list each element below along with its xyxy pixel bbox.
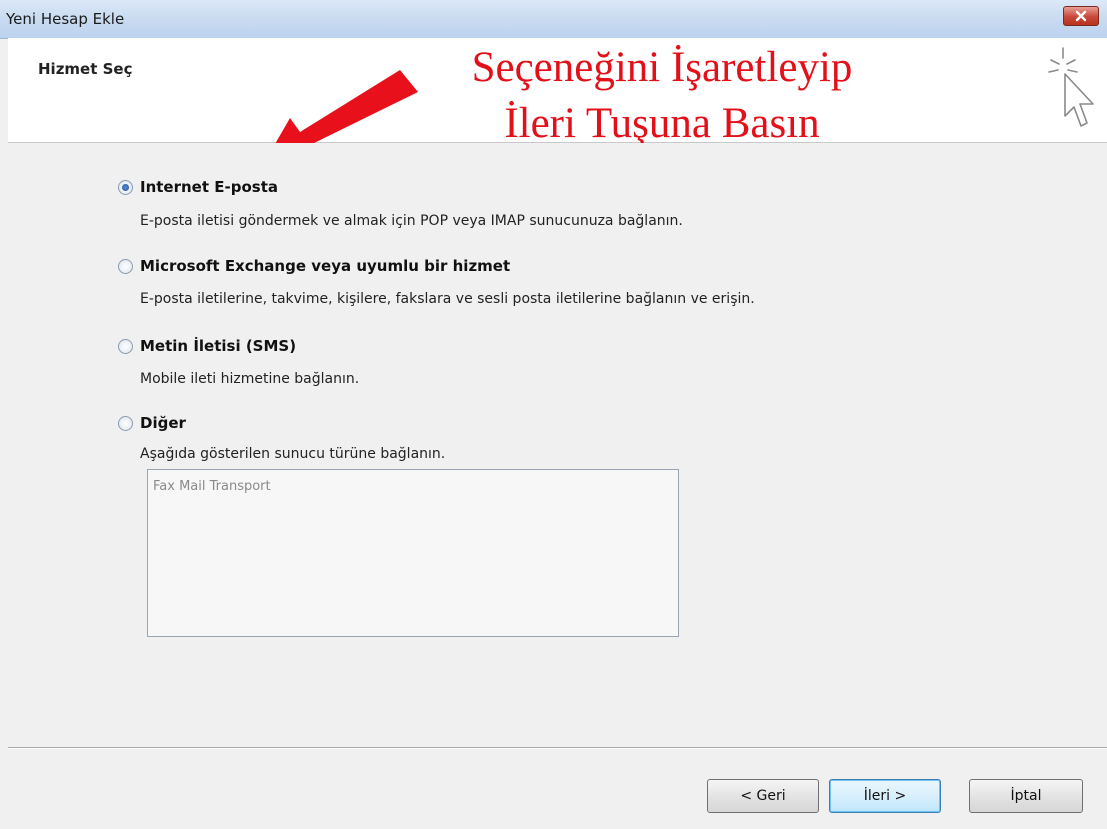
server-type-list[interactable]: Fax Mail Transport [147,469,679,637]
close-button[interactable] [1063,6,1099,26]
next-button[interactable]: İleri > [829,779,941,813]
radio-button[interactable] [118,258,133,274]
window-title: Yeni Hesap Ekle [6,10,125,28]
radio-dot [122,183,129,191]
option-label[interactable]: Diğer [140,414,186,432]
radio-metin-iletisi[interactable]: Metin İletisi (SMS) [118,337,296,355]
option-label[interactable]: Internet E-posta [140,178,278,196]
wizard-body [8,143,1107,747]
cursor-sparkle-icon [1048,47,1094,127]
page-title: Hizmet Seç [38,60,133,78]
cancel-button[interactable]: İptal [969,779,1083,813]
close-icon [1075,10,1087,22]
radio-internet-eposta[interactable]: Internet E-posta [118,178,278,196]
back-button[interactable]: < Geri [707,779,819,813]
instruction-annotation: Seçeneğini İşaretleyip İleri Tuşuna Bası… [392,40,932,152]
radio-microsoft-exchange[interactable]: Microsoft Exchange veya uyumlu bir hizme… [118,257,510,275]
footer-divider-highlight [8,748,1107,749]
radio-diger[interactable]: Diğer [118,414,186,432]
option-description: Aşağıda gösterilen sunucu türüne bağlanı… [140,446,446,462]
option-description: E-posta iletilerine, takvime, kişilere, … [140,291,755,307]
radio-button[interactable] [118,338,133,354]
option-description: Mobile ileti hizmetine bağlanın. [140,371,360,387]
option-description: E-posta iletisi göndermek ve almak için … [140,213,683,229]
list-item[interactable]: Fax Mail Transport [153,479,271,494]
option-label[interactable]: Microsoft Exchange veya uyumlu bir hizme… [140,257,510,275]
annotation-line-1: Seçeneğini İşaretleyip [471,44,853,91]
window-titlebar: Yeni Hesap Ekle [0,0,1107,39]
radio-button[interactable] [118,415,133,431]
option-label[interactable]: Metin İletisi (SMS) [140,337,296,355]
radio-button-selected[interactable] [118,179,133,195]
